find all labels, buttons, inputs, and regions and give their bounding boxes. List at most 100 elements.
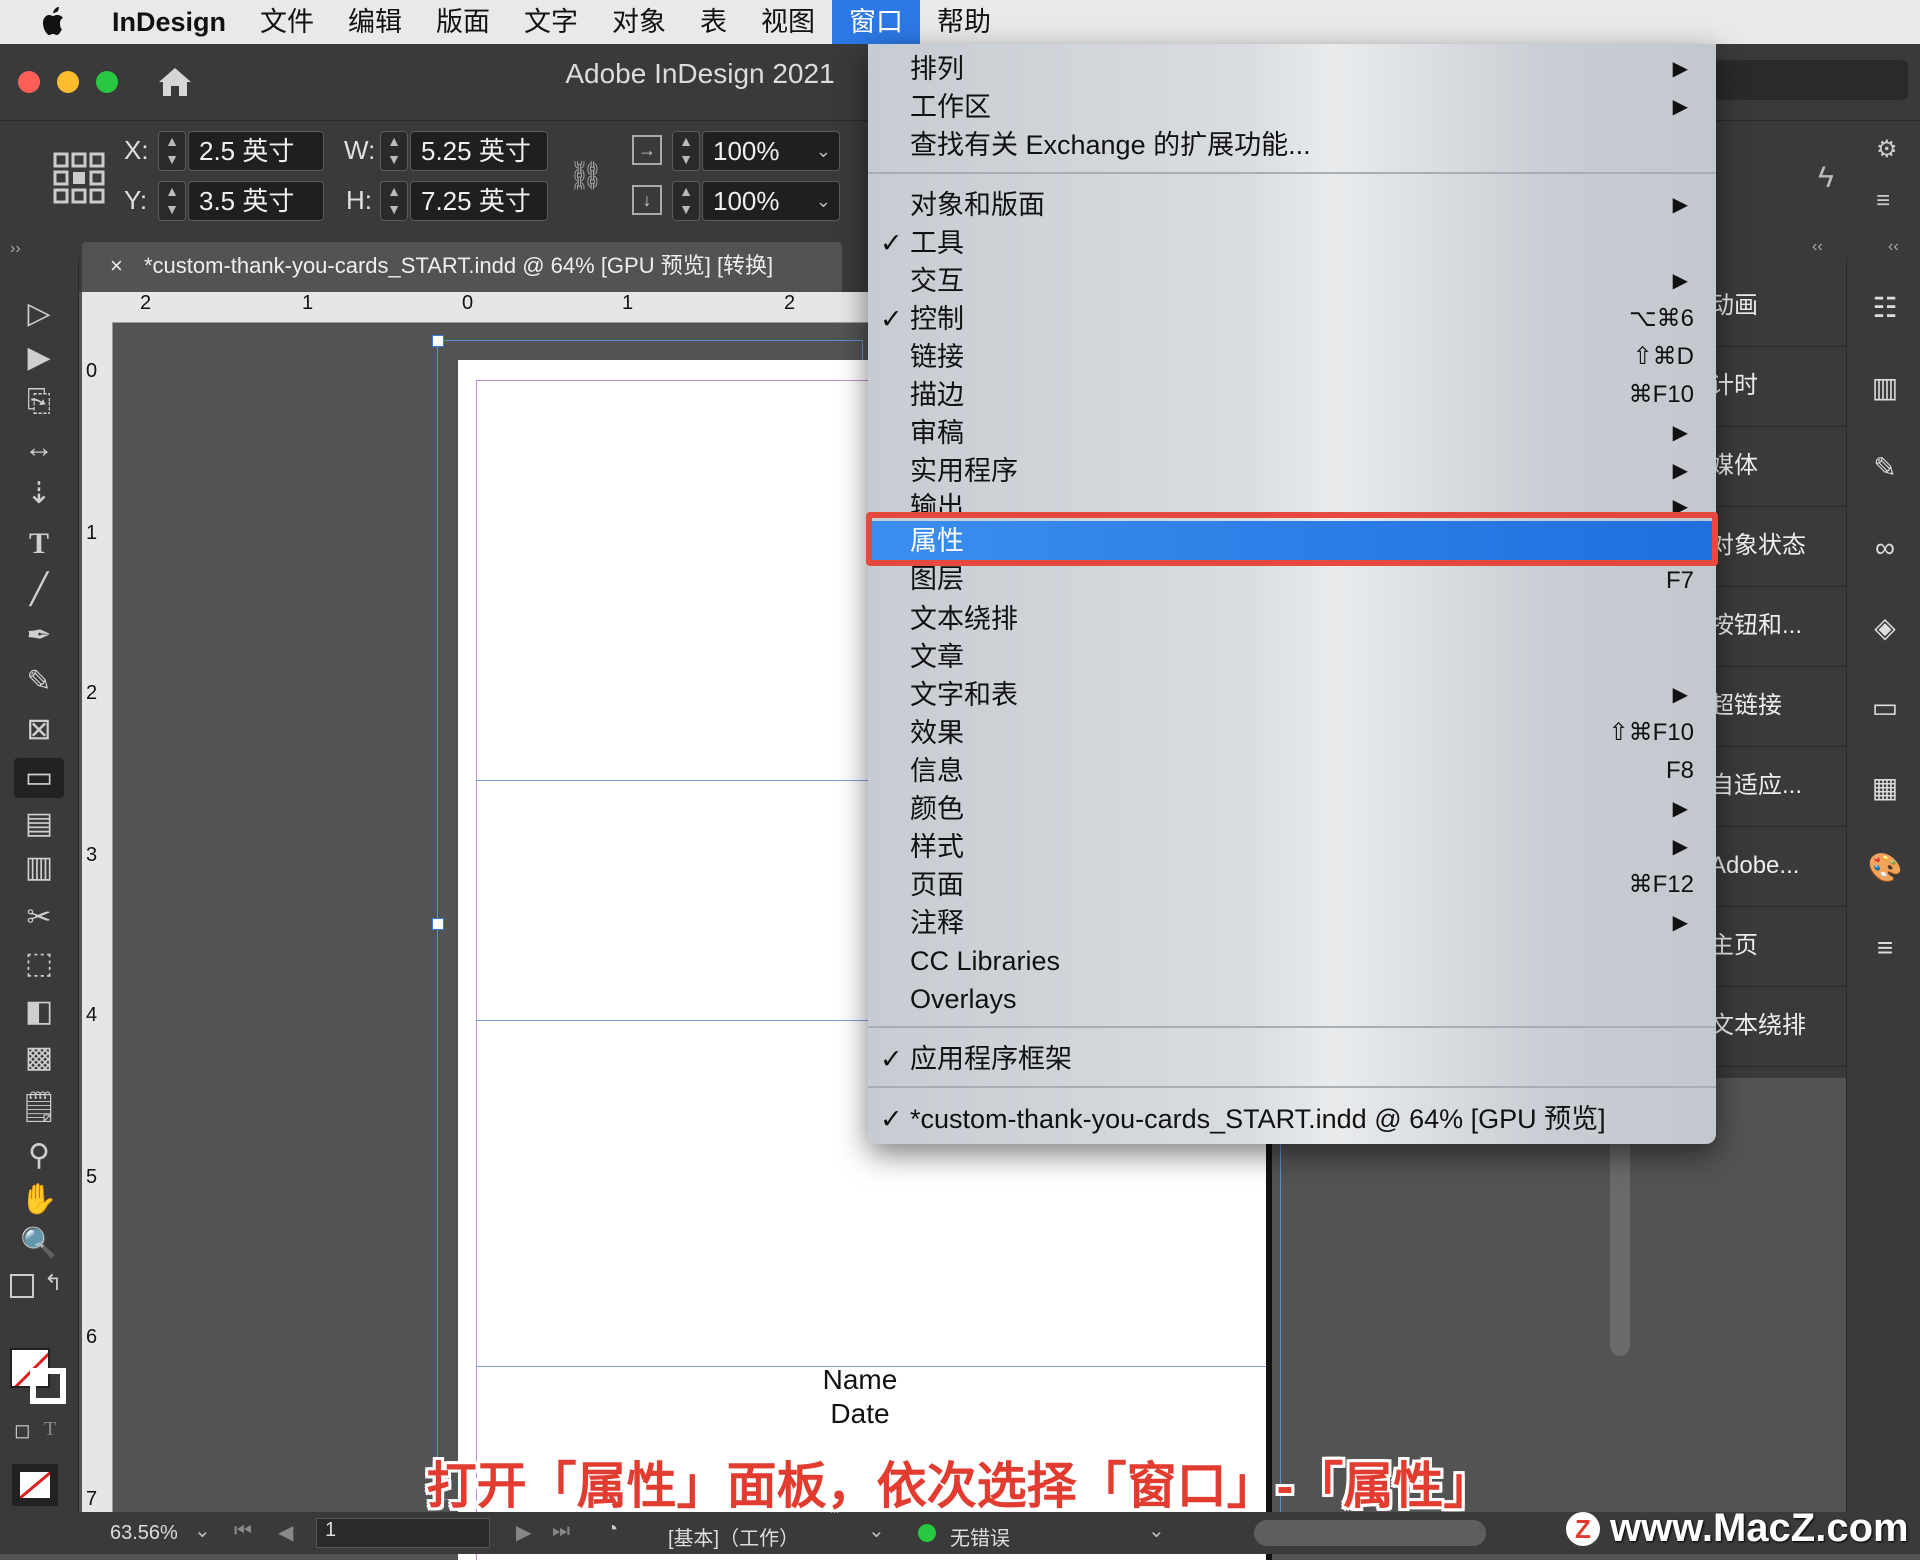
scale-x-field[interactable]: 100% ⌄	[702, 131, 840, 171]
menu-item-pages[interactable]: 页面 ⌘F12	[868, 866, 1716, 904]
swatches-icon[interactable]: ▦	[1863, 768, 1907, 808]
gap-tool-icon[interactable]: ↔	[14, 428, 64, 468]
content-collector-icon[interactable]: ⇣	[14, 474, 64, 514]
menu-edit[interactable]: 编辑	[331, 0, 419, 44]
selection-tool-icon[interactable]: ▷	[14, 294, 64, 334]
menu-item-object-layout[interactable]: 对象和版面 ▶	[868, 186, 1716, 224]
menu-item-find-extensions[interactable]: 查找有关 Exchange 的扩展功能...	[868, 126, 1716, 164]
formatting-container-icon[interactable]: ◻	[14, 1418, 31, 1443]
properties-icon[interactable]: ☷	[1863, 288, 1907, 328]
panel-text-wrap[interactable]: 文本绕排	[1710, 986, 1850, 1067]
menu-window[interactable]: 窗口	[832, 0, 921, 44]
preflight-icon[interactable]: ◔	[606, 1518, 618, 1541]
menu-item-application-frame[interactable]: ✓ 应用程序框架	[868, 1040, 1716, 1078]
page-tool-icon[interactable]: ⎘	[14, 382, 64, 422]
w-field[interactable]: 5.25 英寸	[410, 131, 548, 171]
x-stepper[interactable]: ▲ ▼	[158, 131, 186, 171]
h-stepper[interactable]: ▲ ▼	[380, 181, 408, 221]
collapse-dock-icon[interactable]: ‹‹	[1812, 238, 1823, 256]
panel-timing[interactable]: 计时	[1710, 346, 1850, 427]
stroke-swatch-icon[interactable]	[30, 1368, 66, 1404]
menu-item-review[interactable]: 审稿 ▶	[868, 414, 1716, 452]
menu-item-overlays[interactable]: Overlays	[868, 980, 1716, 1018]
menu-item-color[interactable]: 颜色 ▶	[868, 790, 1716, 828]
gradient-swatch-tool-icon[interactable]: ◧	[14, 992, 64, 1032]
close-window-button[interactable]	[18, 71, 40, 93]
chevron-down-icon[interactable]: ⌄	[816, 132, 831, 170]
menu-item-effects[interactable]: 效果 ⇧⌘F10	[868, 714, 1716, 752]
selection-handle[interactable]	[432, 335, 444, 347]
menu-item-tools[interactable]: ✓ 工具	[868, 224, 1716, 262]
panel-media[interactable]: 媒体	[1710, 426, 1850, 507]
close-tab-icon[interactable]: ×	[110, 242, 123, 290]
menu-item-story[interactable]: 文章	[868, 638, 1716, 676]
last-page-icon[interactable]: ⏭	[552, 1520, 570, 1543]
menu-item-type-tables[interactable]: 文字和表 ▶	[868, 676, 1716, 714]
home-icon[interactable]	[155, 62, 195, 102]
preflight-profile[interactable]: [基本]（工作）	[668, 1522, 799, 1551]
panel-menu-icon[interactable]: ≡	[1876, 187, 1906, 217]
horizontal-scrollbar[interactable]	[1254, 1520, 1486, 1546]
edit-icon[interactable]: ✎	[1863, 448, 1907, 488]
menu-item-stroke[interactable]: 描边 ⌘F10	[868, 376, 1716, 414]
gear-icon[interactable]: ⚙	[1876, 135, 1906, 165]
formatting-text-icon[interactable]: T	[44, 1418, 56, 1441]
y-stepper[interactable]: ▲ ▼	[158, 181, 186, 221]
menu-item-styles[interactable]: 样式 ▶	[868, 828, 1716, 866]
menu-item-notes[interactable]: 注释 ▶	[868, 904, 1716, 942]
menu-item-text-wrap[interactable]: 文本绕排	[868, 600, 1716, 638]
collapse-iconcol-icon[interactable]: ‹‹	[1888, 238, 1899, 256]
next-page-icon[interactable]: ▶	[516, 1520, 531, 1545]
menu-item-utilities[interactable]: 实用程序 ▶	[868, 452, 1716, 490]
table-tool-icon[interactable]: ▤	[14, 804, 64, 844]
apple-icon[interactable]	[40, 6, 76, 38]
pencil-tool-icon[interactable]: ✎	[14, 662, 64, 702]
pen-tool-icon[interactable]: ✒	[14, 616, 64, 656]
menu-item-control[interactable]: ✓ 控制 ⌥⌘6	[868, 300, 1716, 338]
panel-hyperlinks[interactable]: 超链接	[1710, 666, 1850, 747]
menu-type[interactable]: 文字	[507, 0, 595, 44]
eyedropper-tool-icon[interactable]: ⚲	[14, 1136, 64, 1176]
menu-item-cc-libraries[interactable]: CC Libraries	[868, 942, 1716, 980]
menu-item-workspace[interactable]: 工作区 ▶	[868, 88, 1716, 126]
direct-selection-tool-icon[interactable]: ▶	[14, 338, 64, 378]
zoom-level[interactable]: 63.56%	[110, 1522, 178, 1545]
pages-icon[interactable]: ▥	[1863, 368, 1907, 408]
menu-item-arrange[interactable]: 排列 ▶	[868, 50, 1716, 88]
chevron-down-icon[interactable]: ⌄	[868, 1518, 885, 1543]
panel-adobe[interactable]: Adobe...	[1710, 826, 1850, 907]
type-tool-icon[interactable]: T	[14, 524, 64, 564]
grid-tool-icon[interactable]: ▥	[14, 848, 64, 888]
chevron-down-icon[interactable]: ⌄	[816, 182, 831, 220]
menu-object[interactable]: 对象	[595, 0, 683, 44]
document-tab[interactable]: × *custom-thank-you-cards_START.indd @ 6…	[82, 242, 842, 292]
vertical-scrollbar[interactable]	[1610, 1110, 1630, 1356]
zoom-window-button[interactable]	[96, 71, 118, 93]
h-field[interactable]: 7.25 英寸	[410, 181, 548, 221]
menu-item-open-document[interactable]: ✓ *custom-thank-you-cards_START.indd @ 6…	[868, 1100, 1716, 1138]
hand-tool-icon[interactable]: ✋	[14, 1180, 64, 1220]
menu-file[interactable]: 文件	[243, 0, 331, 44]
panel-liquid-layout[interactable]: 自适应...	[1710, 746, 1850, 827]
scale-x-stepper[interactable]: ▲ ▼	[672, 131, 700, 171]
swap-colors-icon[interactable]: ↰	[44, 1270, 62, 1296]
menu-help[interactable]: 帮助	[920, 0, 1008, 44]
gradient-feather-tool-icon[interactable]: ▩	[14, 1038, 64, 1078]
search-box[interactable]	[1712, 60, 1908, 100]
constrain-proportions-icon[interactable]: ⛓	[568, 159, 604, 193]
quick-actions-icon[interactable]: ϟ	[1818, 161, 1848, 201]
menu-app[interactable]: InDesign	[110, 0, 243, 44]
page-number-field[interactable]: 1	[316, 1518, 490, 1548]
panel-master-pages[interactable]: 主页	[1710, 906, 1850, 987]
menu-item-links[interactable]: 链接 ⇧⌘D	[868, 338, 1716, 376]
menu-item-layers[interactable]: 图层 F7	[868, 566, 1716, 600]
menu-lines-icon[interactable]: ≡	[1863, 928, 1907, 968]
minimize-window-button[interactable]	[57, 71, 79, 93]
w-stepper[interactable]: ▲ ▼	[380, 131, 408, 171]
free-transform-tool-icon[interactable]: ⬚	[14, 944, 64, 984]
scale-y-field[interactable]: 100% ⌄	[702, 181, 840, 221]
note-tool-icon[interactable]: 🗒	[14, 1088, 64, 1128]
x-field[interactable]: 2.5 英寸	[188, 131, 324, 171]
previous-page-icon[interactable]: ◀	[278, 1520, 293, 1545]
menu-view[interactable]: 视图	[744, 0, 832, 44]
